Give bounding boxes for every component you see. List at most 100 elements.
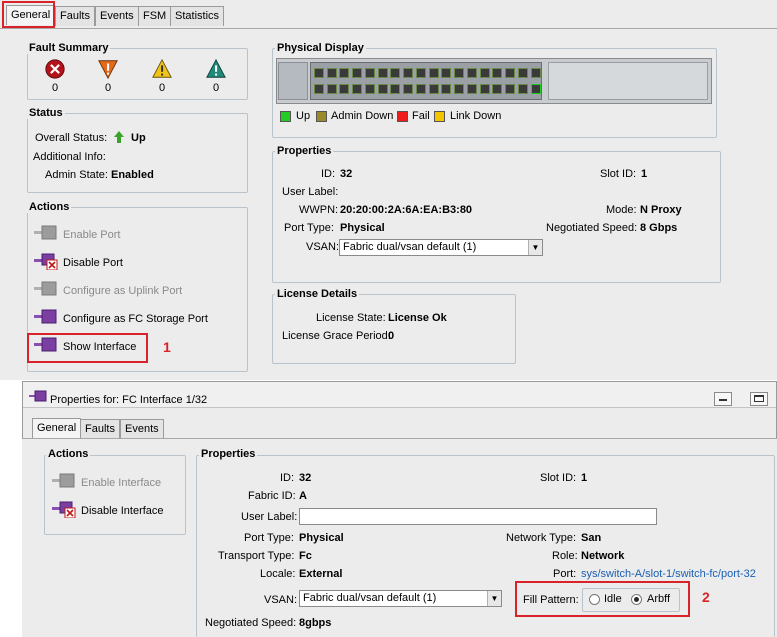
window-vsan-select[interactable]: Fabric dual/vsan default (1) ▼ bbox=[299, 590, 502, 607]
switch-port[interactable] bbox=[390, 84, 400, 94]
switch-port[interactable] bbox=[518, 84, 528, 94]
switch-port[interactable] bbox=[377, 84, 388, 94]
user-label-input[interactable] bbox=[299, 508, 657, 525]
tab-events[interactable]: Events bbox=[95, 6, 139, 26]
window-title-bar: Properties for: FC Interface 1/32 bbox=[23, 382, 776, 408]
enable-port-action[interactable]: Enable Port bbox=[63, 229, 120, 241]
switch-port[interactable] bbox=[416, 68, 426, 78]
disable-interface-action[interactable]: Disable Interface bbox=[81, 505, 164, 517]
switch-port[interactable] bbox=[351, 68, 362, 78]
tab-faults[interactable]: Faults bbox=[55, 6, 95, 26]
fabric-id-value: A bbox=[299, 490, 307, 502]
license-title: License Details bbox=[275, 288, 360, 300]
switch-port[interactable] bbox=[314, 84, 324, 94]
window-port-type-label: Port Type: bbox=[244, 532, 294, 544]
slot-id-value: 1 bbox=[641, 168, 648, 180]
minor-fault-icon[interactable] bbox=[150, 58, 174, 80]
admin-state-label: Admin State: bbox=[45, 169, 108, 181]
major-fault-icon[interactable] bbox=[96, 58, 120, 80]
switch-port[interactable] bbox=[314, 68, 324, 78]
switch-port[interactable] bbox=[428, 84, 439, 94]
license-state-value: License Ok bbox=[388, 312, 447, 324]
chevron-down-icon[interactable]: ▼ bbox=[487, 591, 501, 606]
configure-fc-storage-action[interactable]: Configure as FC Storage Port bbox=[63, 313, 208, 325]
chassis-label-area bbox=[278, 62, 308, 100]
tab-fsm[interactable]: FSM bbox=[138, 6, 172, 26]
vsan-select[interactable]: Fabric dual/vsan default (1) ▼ bbox=[339, 239, 543, 256]
highlight-general-tab bbox=[2, 1, 55, 28]
switch-port[interactable] bbox=[326, 84, 337, 94]
switch-port[interactable] bbox=[402, 68, 413, 78]
switch-port[interactable] bbox=[377, 68, 388, 78]
switch-port[interactable] bbox=[339, 68, 349, 78]
switch-port[interactable] bbox=[479, 68, 490, 78]
physical-display-title: Physical Display bbox=[275, 42, 366, 54]
window-vsan-select-value: Fabric dual/vsan default (1) bbox=[303, 592, 437, 604]
switch-port[interactable] bbox=[479, 84, 490, 94]
switch-port[interactable] bbox=[492, 68, 502, 78]
restore-icon bbox=[754, 395, 764, 402]
switch-port[interactable] bbox=[441, 84, 451, 94]
switch-port[interactable] bbox=[467, 68, 477, 78]
mode-label: Mode: bbox=[606, 204, 637, 216]
switch-port[interactable] bbox=[518, 68, 528, 78]
switch-port[interactable] bbox=[530, 68, 541, 78]
license-grace-label: License Grace Period: bbox=[282, 330, 391, 342]
switch-port[interactable] bbox=[326, 68, 337, 78]
license-state-label: License State: bbox=[316, 312, 386, 324]
switch-port[interactable] bbox=[416, 84, 426, 94]
switch-port[interactable] bbox=[504, 68, 515, 78]
transport-type-value: Fc bbox=[299, 550, 312, 562]
wwpn-label: WWPN: bbox=[299, 204, 339, 216]
switch-port[interactable] bbox=[428, 68, 439, 78]
port-link[interactable]: sys/switch-A/slot-1/switch-fc/port-32 bbox=[581, 568, 756, 580]
enable-interface-action[interactable]: Enable Interface bbox=[81, 477, 161, 489]
chevron-down-icon[interactable]: ▼ bbox=[528, 240, 542, 255]
switch-port[interactable] bbox=[453, 84, 464, 94]
window-title: Properties for: FC Interface 1/32 bbox=[50, 394, 208, 406]
id-label: ID: bbox=[321, 168, 336, 180]
switch-port[interactable] bbox=[390, 68, 400, 78]
fc-interface-icon bbox=[29, 390, 47, 402]
minimize-icon bbox=[719, 399, 727, 401]
port-label: Port: bbox=[553, 568, 577, 580]
minimize-button[interactable] bbox=[714, 392, 732, 406]
admin-state-value: Enabled bbox=[111, 169, 154, 181]
switch-port[interactable] bbox=[453, 68, 464, 78]
annotation-1: 1 bbox=[163, 339, 171, 355]
fc-storage-port-icon bbox=[34, 309, 57, 324]
locale-value: External bbox=[299, 568, 343, 580]
switch-port[interactable] bbox=[365, 68, 375, 78]
window-tab-events[interactable]: Events bbox=[120, 419, 164, 439]
disable-port-action[interactable]: Disable Port bbox=[63, 257, 123, 269]
configure-uplink-action[interactable]: Configure as Uplink Port bbox=[63, 285, 182, 297]
wwpn-value: 20:20:00:2A:6A:EA:B3:80 bbox=[340, 204, 473, 216]
id-value: 32 bbox=[340, 168, 353, 180]
tab-statistics[interactable]: Statistics bbox=[170, 6, 225, 26]
license-grace-value: 0 bbox=[388, 330, 395, 342]
fabric-id-label: Fabric ID: bbox=[248, 490, 296, 502]
switch-port[interactable] bbox=[339, 84, 349, 94]
properties-title: Properties bbox=[275, 145, 334, 157]
switch-port[interactable] bbox=[365, 84, 375, 94]
role-value: Network bbox=[581, 550, 625, 562]
fill-pattern-label: Fill Pattern: bbox=[523, 594, 579, 606]
switch-port[interactable] bbox=[492, 84, 502, 94]
window-tab-faults[interactable]: Faults bbox=[80, 419, 120, 439]
critical-fault-icon[interactable] bbox=[43, 58, 67, 80]
slot-id-label: Slot ID: bbox=[600, 168, 637, 180]
fill-arbff-label[interactable]: Arbff bbox=[647, 593, 670, 605]
fill-arbff-radio[interactable] bbox=[631, 594, 642, 605]
switch-port[interactable] bbox=[402, 84, 413, 94]
switch-port[interactable] bbox=[530, 84, 541, 94]
annotation-2: 2 bbox=[702, 589, 710, 605]
window-tab-general[interactable]: General bbox=[32, 418, 82, 438]
fill-idle-radio[interactable] bbox=[589, 594, 600, 605]
switch-port[interactable] bbox=[504, 84, 515, 94]
switch-port[interactable] bbox=[441, 68, 451, 78]
switch-port[interactable] bbox=[467, 84, 477, 94]
warning-fault-icon[interactable] bbox=[204, 58, 228, 80]
switch-port[interactable] bbox=[351, 84, 362, 94]
fill-idle-label[interactable]: Idle bbox=[604, 593, 622, 605]
restore-button[interactable] bbox=[750, 392, 768, 406]
